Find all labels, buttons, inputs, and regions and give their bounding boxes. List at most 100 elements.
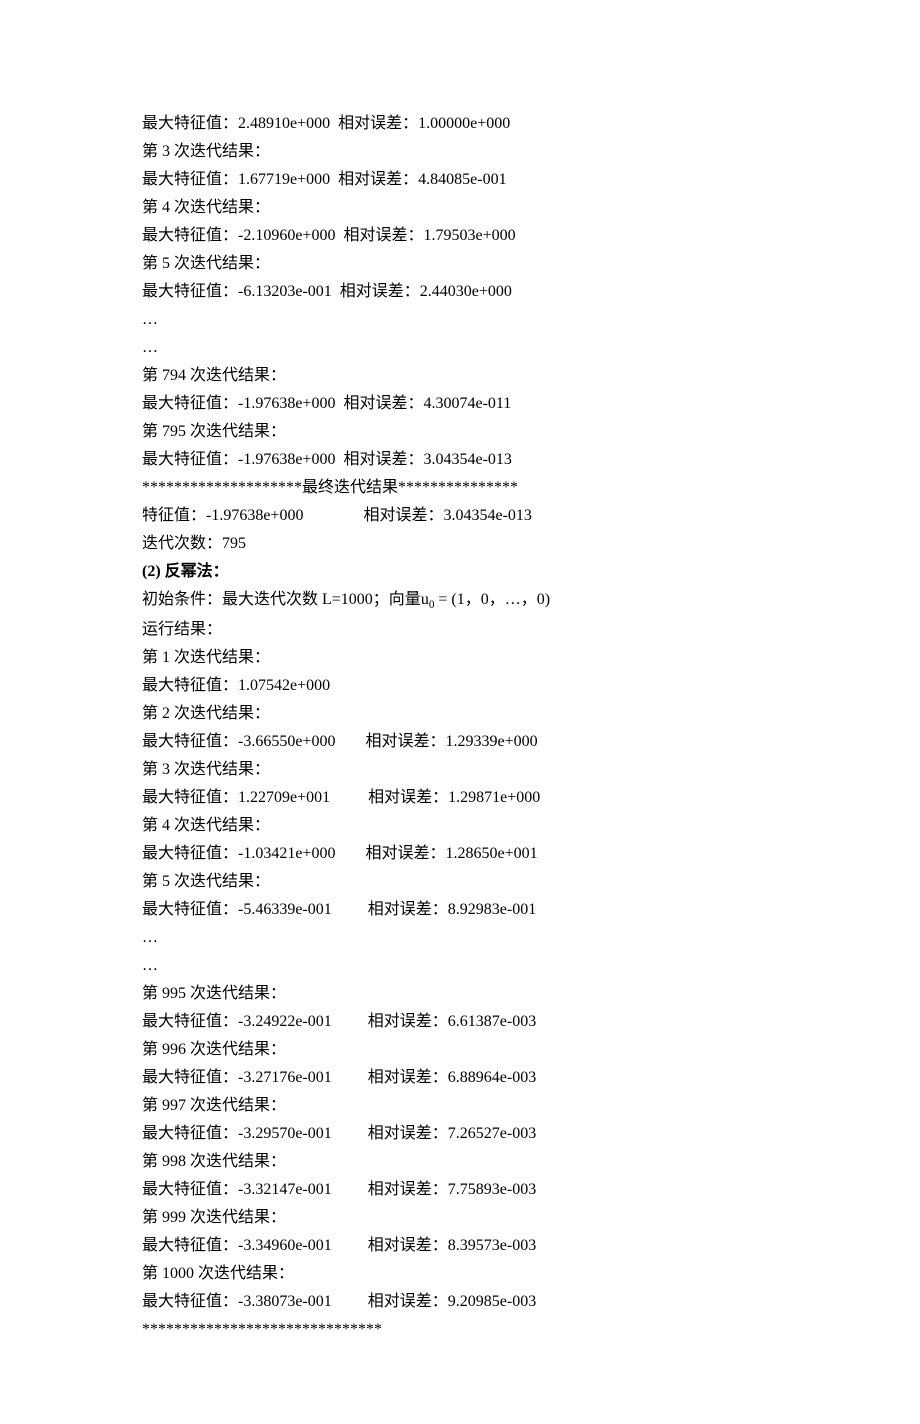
text-line: 第 999 次迭代结果： bbox=[142, 1204, 780, 1232]
eigenvalue-text: 最大特征值：-1.03421e+000 bbox=[142, 845, 335, 862]
error-text: 相对误差：1.28650e+001 bbox=[365, 845, 537, 862]
text-line: 最大特征值：1.67719e+000 相对误差：4.84085e-001 bbox=[142, 166, 780, 194]
eigenvalue-text: 最大特征值：1.22709e+001 bbox=[142, 789, 330, 806]
line-text: 第 1 次迭代结果： bbox=[142, 649, 270, 666]
eigenvalue-text: 最大特征值：-1.97638e+000 bbox=[142, 395, 335, 412]
eigenvalue-text: 最大特征值：-3.66550e+000 bbox=[142, 733, 335, 750]
line-text: 第 2 次迭代结果： bbox=[142, 705, 270, 722]
text-line: 第 1 次迭代结果： bbox=[142, 644, 780, 672]
text-line: 运行结果： bbox=[142, 616, 780, 644]
error-text: 相对误差：9.20985e-003 bbox=[368, 1293, 536, 1310]
error-text: 相对误差：6.88964e-003 bbox=[368, 1069, 536, 1086]
line-text: … bbox=[142, 957, 158, 974]
line-text: 第 5 次迭代结果： bbox=[142, 255, 270, 272]
text-line: ********************最终迭代结果**************… bbox=[142, 474, 780, 502]
text-line: 第 998 次迭代结果： bbox=[142, 1148, 780, 1176]
init-prefix: 初始条件：最大迭代次数 L=1000；向量 bbox=[142, 591, 421, 608]
document-page: 最大特征值：2.48910e+000 相对误差：1.00000e+000 第 3 次… bbox=[0, 0, 920, 1424]
error-text: 相对误差：4.30074e-011 bbox=[343, 395, 511, 412]
error-text: 相对误差：1.00000e+000 bbox=[338, 115, 510, 132]
text-line: … bbox=[142, 924, 780, 952]
text-line: … bbox=[142, 952, 780, 980]
text-line: 特征值：-1.97638e+000相对误差：3.04354e-013 bbox=[142, 502, 780, 530]
text-line: 最大特征值：-1.03421e+000 相对误差：1.28650e+001 bbox=[142, 840, 780, 868]
text-line: 第 3 次迭代结果： bbox=[142, 756, 780, 784]
text-line: 最大特征值：-3.29570e-001 相对误差：7.26527e-003 bbox=[142, 1120, 780, 1148]
text-line: (2) 反幂法： bbox=[142, 558, 780, 586]
text-line: 第 5 次迭代结果： bbox=[142, 250, 780, 278]
eigenvalue-text: 最大特征值：-3.24922e-001 bbox=[142, 1013, 332, 1030]
text-line: 第 1000 次迭代结果： bbox=[142, 1260, 780, 1288]
text-line: 第 2 次迭代结果： bbox=[142, 700, 780, 728]
text-line: 最大特征值：-5.46339e-001 相对误差：8.92983e-001 bbox=[142, 896, 780, 924]
eigenvalue-text: 最大特征值：-6.13203e-001 bbox=[142, 283, 332, 300]
text-line: 第 795 次迭代结果： bbox=[142, 418, 780, 446]
text-line: 最大特征值：-2.10960e+000相对误差：1.79503e+000 bbox=[142, 222, 780, 250]
line-text: ****************************** bbox=[142, 1321, 382, 1338]
eigenvalue-text: 最大特征值：-3.32147e-001 bbox=[142, 1181, 332, 1198]
line-text: 第 3 次迭代结果： bbox=[142, 143, 270, 160]
line-text: 第 998 次迭代结果： bbox=[142, 1153, 286, 1170]
eigenvalue-text: 特征值：-1.97638e+000 bbox=[142, 507, 303, 524]
text-line: 最大特征值：2.48910e+000 相对误差：1.00000e+000 bbox=[142, 110, 780, 138]
text-line: … bbox=[142, 306, 780, 334]
error-text: 相对误差：1.29339e+000 bbox=[365, 733, 537, 750]
vector-var: u bbox=[421, 591, 429, 608]
line-text: 第 795 次迭代结果： bbox=[142, 423, 286, 440]
text-line: 最大特征值：-1.97638e+000 相对误差：4.30074e-011 bbox=[142, 390, 780, 418]
eigenvalue-text: 最大特征值：-2.10960e+000 bbox=[142, 227, 335, 244]
error-text: 相对误差：8.92983e-001 bbox=[368, 901, 536, 918]
error-text: 相对误差：7.26527e-003 bbox=[368, 1125, 536, 1142]
text-line: 最大特征值：-1.97638e+000 相对误差：3.04354e-013 bbox=[142, 446, 780, 474]
text-line: 初始条件：最大迭代次数 L=1000；向量u0 = (1，0，…，0) bbox=[142, 586, 780, 616]
eigenvalue-text: 最大特征值：2.48910e+000 bbox=[142, 115, 330, 132]
text-line: 第 995 次迭代结果： bbox=[142, 980, 780, 1008]
line-text: 第 4 次迭代结果： bbox=[142, 817, 270, 834]
text-line: … bbox=[142, 334, 780, 362]
eigenvalue-text: 最大特征值：-3.38073e-001 bbox=[142, 1293, 332, 1310]
line-text: ********************最终迭代结果**************… bbox=[142, 479, 518, 496]
line-text: 运行结果： bbox=[142, 621, 222, 638]
error-text: 相对误差：2.44030e+000 bbox=[340, 283, 512, 300]
text-line: 最大特征值：-3.66550e+000 相对误差：1.29339e+000 bbox=[142, 728, 780, 756]
error-text: 相对误差：3.04354e-013 bbox=[343, 451, 511, 468]
text-line: 最大特征值：-3.32147e-001 相对误差：7.75893e-003 bbox=[142, 1176, 780, 1204]
error-text: 相对误差：8.39573e-003 bbox=[368, 1237, 536, 1254]
text-line: 最大特征值：1.22709e+001 相对误差：1.29871e+000 bbox=[142, 784, 780, 812]
text-line: 最大特征值：-3.27176e-001 相对误差：6.88964e-003 bbox=[142, 1064, 780, 1092]
error-text: 相对误差：7.75893e-003 bbox=[368, 1181, 536, 1198]
init-suffix: = (1，0，…，0) bbox=[434, 591, 550, 608]
line-text: 第 3 次迭代结果： bbox=[142, 761, 270, 778]
line-text: … bbox=[142, 311, 158, 328]
error-text: 相对误差：4.84085e-001 bbox=[338, 171, 506, 188]
eigenvalue-text: 最大特征值：1.67719e+000 bbox=[142, 171, 330, 188]
line-text: 迭代次数：795 bbox=[142, 535, 246, 552]
line-text: 最大特征值：1.07542e+000 bbox=[142, 677, 330, 694]
line-text: 第 794 次迭代结果： bbox=[142, 367, 286, 384]
eigenvalue-text: 最大特征值：-1.97638e+000 bbox=[142, 451, 335, 468]
text-line: 第 997 次迭代结果： bbox=[142, 1092, 780, 1120]
text-line: 第 996 次迭代结果： bbox=[142, 1036, 780, 1064]
line-text: … bbox=[142, 929, 158, 946]
text-line: 第 794 次迭代结果： bbox=[142, 362, 780, 390]
text-line: 第 3 次迭代结果： bbox=[142, 138, 780, 166]
line-text: 第 997 次迭代结果： bbox=[142, 1097, 286, 1114]
text-line: 第 4 次迭代结果： bbox=[142, 812, 780, 840]
line-text: 第 995 次迭代结果： bbox=[142, 985, 286, 1002]
line-text: 第 996 次迭代结果： bbox=[142, 1041, 286, 1058]
text-line: 第 5 次迭代结果： bbox=[142, 868, 780, 896]
text-line: 最大特征值：-3.24922e-001 相对误差：6.61387e-003 bbox=[142, 1008, 780, 1036]
line-text: 第 1000 次迭代结果： bbox=[142, 1265, 294, 1282]
section-heading: (2) 反幂法： bbox=[142, 563, 229, 580]
eigenvalue-text: 最大特征值：-3.34960e-001 bbox=[142, 1237, 332, 1254]
line-text: 第 999 次迭代结果： bbox=[142, 1209, 286, 1226]
line-text: … bbox=[142, 339, 158, 356]
text-line: 最大特征值：1.07542e+000 bbox=[142, 672, 780, 700]
eigenvalue-text: 最大特征值：-5.46339e-001 bbox=[142, 901, 332, 918]
error-text: 相对误差：1.29871e+000 bbox=[368, 789, 540, 806]
error-text: 相对误差：6.61387e-003 bbox=[368, 1013, 536, 1030]
line-text: 第 5 次迭代结果： bbox=[142, 873, 270, 890]
eigenvalue-text: 最大特征值：-3.29570e-001 bbox=[142, 1125, 332, 1142]
eigenvalue-text: 最大特征值：-3.27176e-001 bbox=[142, 1069, 332, 1086]
text-line: 迭代次数：795 bbox=[142, 530, 780, 558]
